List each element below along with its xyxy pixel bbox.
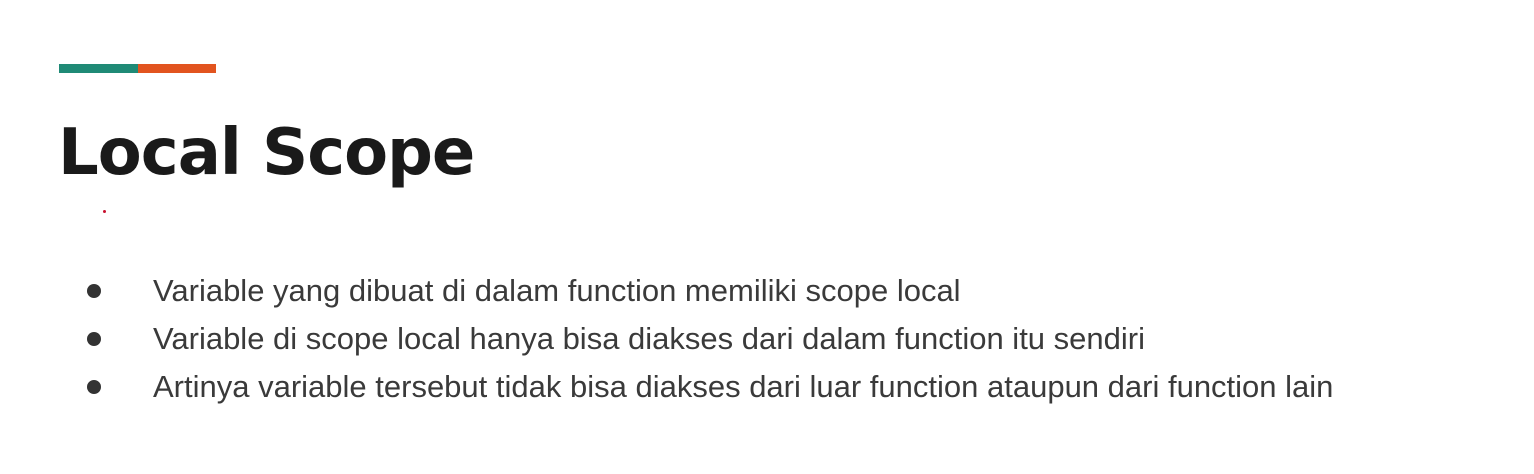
accent-bar-teal-segment <box>59 64 138 73</box>
bullet-list: Variable yang dibuat di dalam function m… <box>80 267 1333 411</box>
bullet-text: Variable di scope local hanya bisa diaks… <box>153 321 1145 356</box>
bullet-icon <box>87 332 101 346</box>
accent-bar-orange-segment <box>138 64 216 73</box>
bullet-item: Variable yang dibuat di dalam function m… <box>80 267 1333 315</box>
bullet-item: Variable di scope local hanya bisa diaks… <box>80 315 1333 363</box>
bullet-icon <box>87 284 101 298</box>
red-dot-mark <box>103 210 106 213</box>
bullet-icon <box>87 380 101 394</box>
bullet-text: Artinya variable tersebut tidak bisa dia… <box>153 369 1334 404</box>
slide-title: Local Scope <box>58 116 475 190</box>
bullet-text: Variable yang dibuat di dalam function m… <box>153 273 961 308</box>
slide: Local Scope Variable yang dibuat di dala… <box>0 0 1534 474</box>
bullet-item: Artinya variable tersebut tidak bisa dia… <box>80 363 1333 411</box>
title-accent-bar <box>59 64 216 73</box>
